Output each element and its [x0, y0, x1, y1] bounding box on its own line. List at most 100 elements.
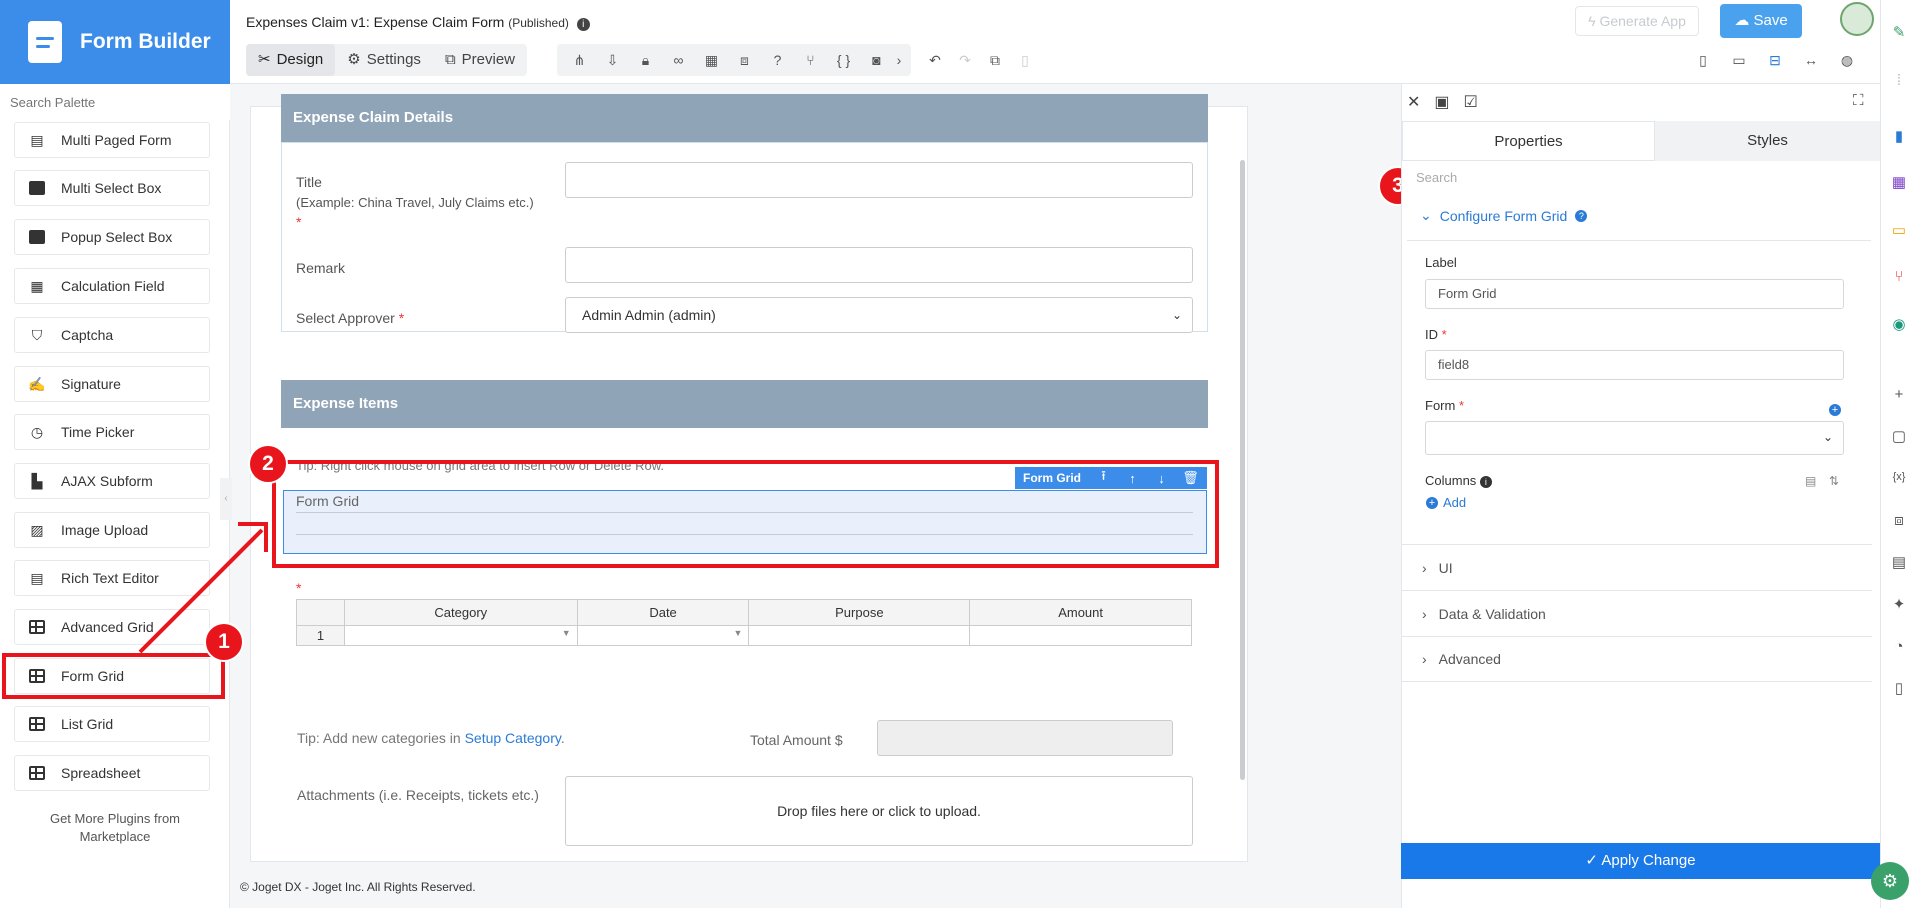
paint-icon[interactable]: ◉ [1888, 314, 1910, 336]
palette-search-input[interactable] [0, 84, 230, 120]
process-icon[interactable]: ⑂ [1888, 266, 1910, 288]
app-brand: Form Builder [0, 0, 230, 84]
table-row: 1 ▼ ▼ [296, 625, 1192, 646]
userview-icon[interactable]: ▭ [1888, 220, 1910, 242]
translate-icon[interactable]: ⧈ [728, 44, 761, 76]
redo-icon[interactable]: ↷ [950, 44, 980, 76]
tab-design[interactable]: ✂ Design [246, 44, 336, 76]
palette-item-rich-text-editor[interactable]: ▤ Rich Text Editor [14, 560, 210, 596]
add-form-icon[interactable]: + [1829, 404, 1841, 416]
palette-item-advanced-grid[interactable]: Advanced Grid [14, 609, 210, 645]
section-header-expense-claim-details[interactable]: Expense Claim Details [281, 94, 1208, 142]
laptop-icon[interactable]: ⊟ [1757, 44, 1793, 76]
expand-icon[interactable]: ⛶ [1853, 92, 1864, 109]
label-input[interactable]: Form Grid [1425, 279, 1844, 309]
apply-change-button[interactable]: ✓ Apply Change [1401, 843, 1880, 879]
plus-icon[interactable]: + [1888, 384, 1910, 406]
settings-gear-icon[interactable]: ⚙ [1871, 862, 1909, 900]
palette-item-list-grid[interactable]: List Grid [14, 706, 210, 742]
palette-item-captcha[interactable]: ⛉ Captcha [14, 317, 210, 353]
help-icon[interactable]: ? [1575, 209, 1588, 222]
info-icon[interactable]: i [1479, 476, 1492, 488]
chevron-right-icon[interactable]: › [893, 44, 905, 76]
configure-form-grid-header[interactable]: ⌄ Configure Form Grid ? [1420, 207, 1588, 224]
palette-item-multi-paged-form[interactable]: ▤ Multi Paged Form [14, 122, 210, 158]
copy-icon[interactable]: ⧉ [980, 44, 1010, 76]
columns-table-icon[interactable]: ▤ [1805, 474, 1816, 488]
tab-properties[interactable]: Properties [1402, 121, 1655, 161]
palette-item-label: AJAX Subform [61, 473, 153, 489]
palette-item-multi-select-box[interactable]: Multi Select Box [14, 170, 210, 206]
highlight-form-grid-palette [2, 653, 225, 699]
tab-design-label: Design [276, 51, 324, 68]
palette-item-signature[interactable]: ✍ Signature [14, 366, 210, 402]
tab-settings-label: Settings [366, 51, 421, 68]
properties-search-input[interactable]: Search [1416, 170, 1457, 185]
save-properties-icon[interactable]: ▣ [1434, 92, 1449, 112]
help-icon[interactable]: ? [761, 44, 794, 76]
script-icon[interactable]: ▯ [1888, 678, 1910, 700]
palette-item-ajax-subform[interactable]: ▙ AJAX Subform [14, 463, 210, 499]
tree-view-icon[interactable]: ⋔ [563, 44, 596, 76]
drag-handle-icon[interactable]: ⁞ [1888, 70, 1910, 92]
tab-settings[interactable]: ⚙ Settings [335, 44, 433, 76]
code-icon[interactable]: { } [827, 44, 860, 76]
variable-icon[interactable]: {x} [1888, 466, 1910, 488]
collapse-palette-handle[interactable]: ‹ [220, 478, 232, 520]
close-icon[interactable]: ✕ [1407, 92, 1420, 112]
avatar[interactable] [1840, 2, 1874, 36]
signature-icon: ✍ [28, 375, 46, 392]
file-icon[interactable]: ▤ [1888, 552, 1910, 574]
add-column-link[interactable]: + Add [1426, 495, 1466, 510]
save-button[interactable]: ☁ Save [1720, 4, 1802, 38]
note-icon[interactable]: ▢ [1888, 426, 1910, 448]
palette-item-time-picker[interactable]: ◷ Time Picker [14, 414, 210, 450]
accordion-advanced[interactable]: › Advanced [1402, 636, 1872, 682]
translate-icon[interactable]: ⧈ [1888, 510, 1910, 532]
palette-item-popup-select-box[interactable]: Popup Select Box [14, 219, 210, 255]
camera-icon[interactable]: ◙ [860, 44, 893, 76]
tab-styles[interactable]: Styles [1655, 121, 1880, 161]
file-dropzone[interactable]: Drop files here or click to upload. [565, 776, 1193, 846]
id-input[interactable]: field8 [1425, 350, 1844, 380]
form-select[interactable]: ⌄ [1425, 421, 1844, 455]
marketplace-link[interactable]: Get More Plugins from Marketplace [20, 810, 210, 846]
grid-cell-date[interactable]: ▼ [576, 625, 750, 646]
generate-app-button[interactable]: ϟ Generate App [1575, 6, 1699, 36]
list-icon[interactable]: ▦ [1888, 172, 1910, 194]
approver-select[interactable]: Admin Admin (admin) ⌄ [565, 297, 1193, 333]
lock-icon[interactable]: 🔒︎ [629, 44, 662, 76]
paste-icon[interactable]: ▯ [1010, 44, 1040, 76]
branch-icon[interactable]: ⑂ [794, 44, 827, 76]
binoculars-icon[interactable]: ∞ [662, 44, 695, 76]
setup-category-link[interactable]: Setup Category [465, 730, 561, 746]
tab-preview[interactable]: ⧉ Preview [433, 44, 527, 76]
plugin-icon[interactable]: ✦ [1888, 594, 1910, 616]
palette-item-spreadsheet[interactable]: Spreadsheet [14, 755, 210, 791]
columns-sort-icon[interactable]: ⇅ [1829, 474, 1839, 488]
phone-icon[interactable]: ▯ [1685, 44, 1721, 76]
undo-icon[interactable]: ↶ [920, 44, 950, 76]
remark-input[interactable] [565, 247, 1193, 283]
checklist-icon[interactable]: ☑ [1464, 92, 1478, 112]
section-header-expense-items[interactable]: Expense Items [281, 380, 1208, 428]
info-icon[interactable]: i [576, 18, 590, 31]
speedometer-icon[interactable]: ◔ [1888, 636, 1910, 658]
title-input[interactable] [565, 162, 1193, 198]
import-icon[interactable]: ⇩ [596, 44, 629, 76]
grid-cell-category[interactable]: ▼ [343, 625, 578, 646]
palette-item-image-upload[interactable]: ▨ Image Upload [14, 512, 210, 548]
grid-cell-amount[interactable] [969, 625, 1192, 646]
palette-icon[interactable]: ◍ [1829, 44, 1865, 76]
grid-cell-purpose[interactable] [748, 625, 971, 646]
accordion-ui[interactable]: › UI [1402, 544, 1872, 590]
palette-item-calculation-field[interactable]: ▦ Calculation Field [14, 268, 210, 304]
edit-icon[interactable]: ✎ [1888, 22, 1910, 44]
resize-horizontal-icon[interactable]: ↔ [1793, 44, 1829, 76]
palette-item-label: Rich Text Editor [61, 570, 159, 586]
table-icon[interactable]: ▦ [695, 44, 728, 76]
accordion-data-validation[interactable]: › Data & Validation [1402, 590, 1872, 636]
tablet-icon[interactable]: ▭ [1721, 44, 1757, 76]
canvas-scrollbar[interactable] [1240, 160, 1245, 780]
form-icon[interactable]: ▮ [1888, 126, 1910, 148]
